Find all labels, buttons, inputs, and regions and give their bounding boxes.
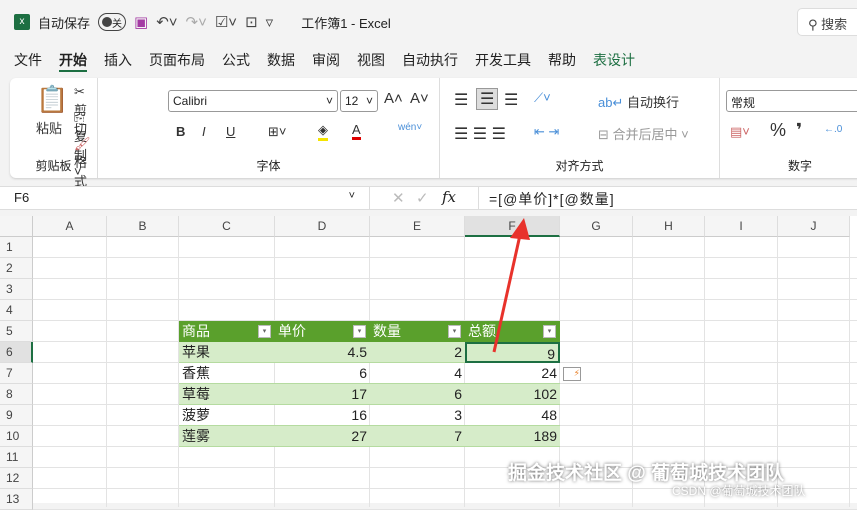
watermark: 掘金技术社区 @ 葡萄城技术团队 [508,463,785,484]
watermark-sub: CSDN @葡萄城技术团队 [672,484,806,498]
arrow-head [510,218,530,240]
annotation-arrow [492,218,530,353]
arrow-shaft [492,234,522,353]
